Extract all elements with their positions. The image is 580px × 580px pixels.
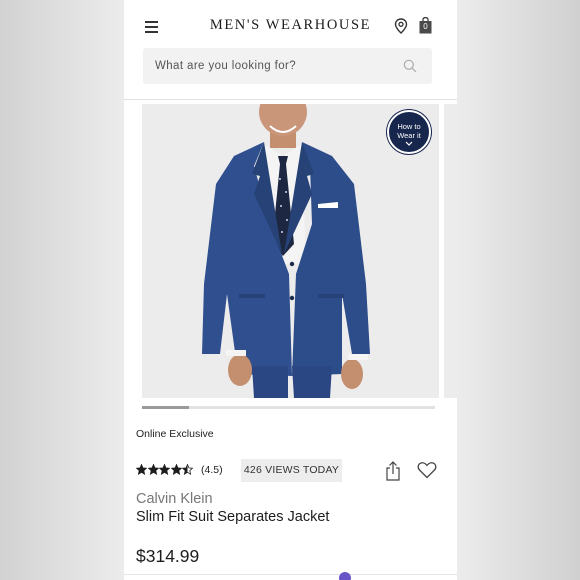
search-icon[interactable] [403, 59, 417, 73]
gallery-scrollbar-thumb[interactable] [142, 406, 189, 409]
mobile-page: MEN'S WEARHOUSE 0 What are you looking f… [124, 0, 457, 580]
online-exclusive-badge: Online Exclusive [136, 428, 214, 440]
star-full-icon [170, 464, 182, 475]
product-price: $314.99 [136, 546, 200, 566]
shopping-bag-icon[interactable]: 0 [419, 17, 432, 34]
bag-count: 0 [423, 22, 428, 31]
how-to-wear-line1: How to [397, 122, 421, 131]
chat-widget-icon[interactable] [339, 572, 351, 580]
location-pin-icon[interactable] [394, 18, 408, 34]
star-full-icon [147, 464, 159, 475]
how-to-wear-button[interactable]: How to Wear it [387, 110, 431, 154]
chevron-down-icon [405, 141, 413, 146]
gallery-scrollbar[interactable] [142, 406, 435, 409]
star-rating[interactable] [136, 464, 194, 476]
how-to-wear-line2: Wear it [397, 131, 421, 140]
search-bar[interactable] [143, 48, 432, 84]
bottom-divider [124, 574, 457, 575]
share-icon[interactable] [384, 461, 402, 481]
views-today-badge: 426 VIEWS TODAY [241, 459, 342, 482]
next-product-image[interactable] [444, 104, 457, 398]
heart-icon[interactable] [417, 461, 437, 479]
star-half-icon [182, 464, 193, 475]
site-header: MEN'S WEARHOUSE 0 [124, 0, 457, 50]
star-full-icon [159, 464, 170, 475]
star-full-icon [136, 464, 147, 475]
header-divider [124, 99, 457, 100]
search-input[interactable] [155, 48, 395, 84]
background-right [457, 0, 580, 580]
product-brand[interactable]: Calvin Klein [136, 491, 213, 507]
product-title: Slim Fit Suit Separates Jacket [136, 509, 330, 525]
rating-value[interactable]: (4.5) [201, 464, 223, 476]
background-left [0, 0, 124, 580]
